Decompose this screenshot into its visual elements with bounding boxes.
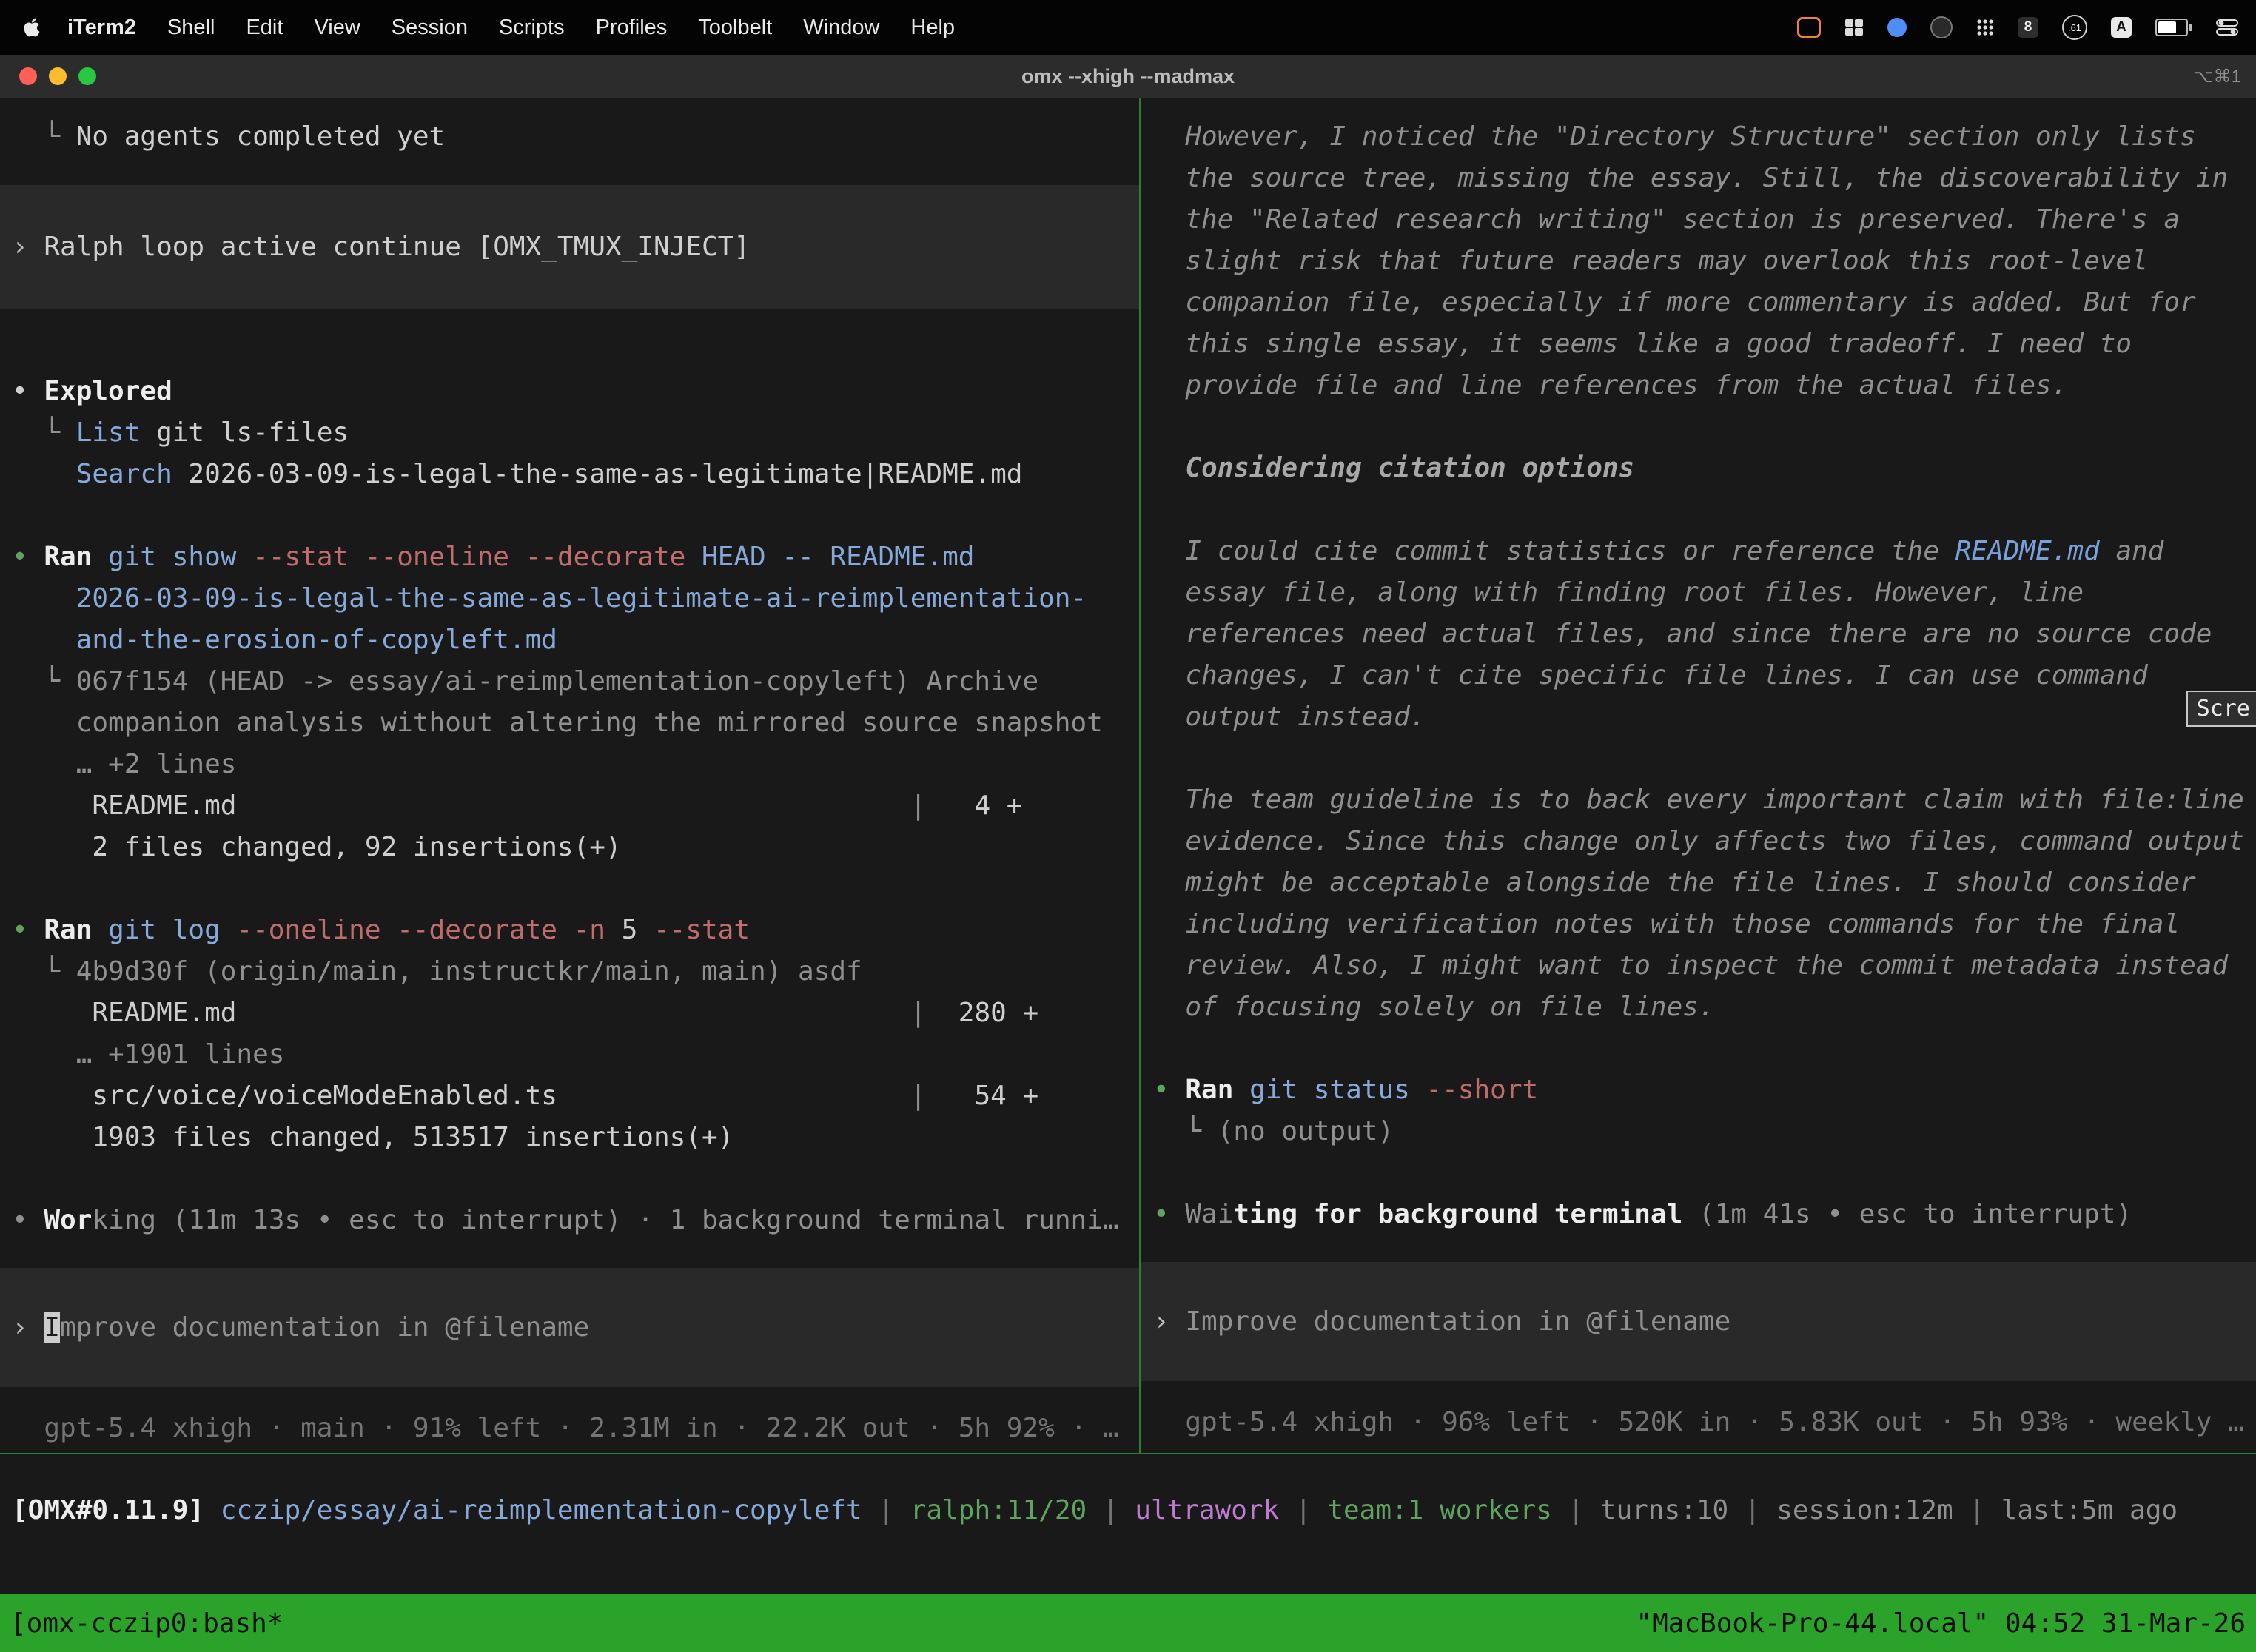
dots-grid-icon[interactable] [1976, 19, 1994, 36]
menu-items: iTerm2 Shell Edit View Session Scripts P… [52, 16, 970, 40]
model-status: gpt-5.4 xhigh · 96% left · 520K in · 5.8… [1153, 1402, 2256, 1443]
terminal-line: slight risk that future readers may over… [1153, 241, 2256, 282]
agents-status-line: └ No agents completed yet [12, 116, 1139, 158]
omx-session-status: [OMX#0.11.9] cczip/essay/ai-reimplementa… [12, 1490, 2256, 1531]
spacer [1153, 1028, 2256, 1070]
ran-git-log: • Ran git log --oneline --decorate -n 5 … [12, 910, 1139, 951]
terminal-line: … +2 lines [12, 744, 1139, 785]
terminal-line: the "Related research writing" section i… [1153, 199, 2256, 241]
terminal-line: companion analysis without altering the … [12, 702, 1139, 744]
reasoning-heading: Considering citation options [1153, 448, 2256, 489]
terminal-line: └ (no output) [1153, 1111, 2256, 1152]
spacer [1153, 489, 2256, 531]
terminal-line: changes, I can't cite specific file line… [1153, 655, 2256, 696]
dark-app-icon[interactable] [1930, 16, 1953, 38]
screen-recording-icon[interactable] [1797, 17, 1821, 38]
terminal-line: and-the-erosion-of-copyleft.md [12, 620, 1139, 661]
spacer [1153, 738, 2256, 779]
macos-menu-bar: iTerm2 Shell Edit View Session Scripts P… [0, 0, 2256, 55]
terminal-line: might be acceptable alongside the file l… [1153, 862, 2256, 904]
right-terminal-pane[interactable]: However, I noticed the "Directory Struct… [1139, 98, 2256, 1453]
tmux-window-list[interactable]: [omx-cczip0:bash* [10, 1608, 283, 1639]
menubar-status-icons: 8 .61 A [1797, 15, 2238, 40]
prompt-input[interactable]: › Improve documentation in @filename [1141, 1262, 2256, 1381]
terminal-line: └ 4b9d30f (origin/main, instructkr/main,… [12, 951, 1139, 993]
battery-icon[interactable] [2155, 19, 2192, 36]
menu-item-help[interactable]: Help [895, 16, 970, 40]
model-status: gpt-5.4 xhigh · main · 91% left · 2.31M … [12, 1408, 1139, 1449]
terminal-line: references need actual files, and since … [1153, 614, 2256, 655]
window-grid-icon[interactable] [1844, 19, 1864, 36]
terminal-line: output instead. [1153, 696, 2256, 738]
terminal-line: essay file, along with finding root file… [1153, 572, 2256, 614]
spacer [1153, 406, 2256, 448]
terminal-line: review. Also, I might want to inspect th… [1153, 945, 2256, 987]
spacer [1153, 1152, 2256, 1194]
terminal-window: └ No agents completed yet › Ralph loop ac… [0, 98, 2256, 1594]
traffic-lights [19, 67, 96, 85]
ran-git-show: • Ran git show --stat --oneline --decora… [12, 537, 1139, 578]
terminal-line: src/voice/voiceModeEnabled.ts | 54 + [12, 1075, 1139, 1117]
waiting-indicator: • Waiting for background terminal (1m 41… [1153, 1194, 2256, 1235]
terminal-line: this single essay, it seems like a good … [1153, 323, 2256, 365]
terminal-line: README.md | 4 + [12, 785, 1139, 827]
terminal-line: … +1901 lines [12, 1034, 1139, 1075]
terminal-line: README.md | 280 + [12, 993, 1139, 1034]
screen-tooltip: Scre [2186, 691, 2256, 727]
explored-search-item: Search 2026-03-09-is-legal-the-same-as-l… [12, 454, 1139, 495]
terminal-line: However, I noticed the "Directory Struct… [1153, 116, 2256, 158]
control-center-icon[interactable] [2216, 19, 2238, 36]
terminal-line: 2 files changed, 92 insertions(+) [12, 827, 1139, 868]
menu-item-profiles[interactable]: Profiles [580, 16, 683, 40]
apple-menu-icon[interactable] [18, 18, 52, 37]
menu-item-view[interactable]: View [298, 16, 375, 40]
terminal-line: 2026-03-09-is-legal-the-same-as-legitima… [12, 578, 1139, 620]
close-button[interactable] [19, 67, 37, 85]
explored-list-item: └ List git ls-files [12, 412, 1139, 454]
terminal-line: companion file, especially if more comme… [1153, 282, 2256, 323]
spacer [12, 868, 1139, 910]
terminal-line: └ 067f154 (HEAD -> essay/ai-reimplementa… [12, 661, 1139, 702]
minimize-button[interactable] [49, 67, 67, 85]
terminal-line: 1903 files changed, 513517 insertions(+) [12, 1117, 1139, 1158]
terminal-line: evidence. Since this change only affects… [1153, 821, 2256, 862]
window-title: omx --xhigh --madmax [0, 65, 2256, 88]
terminal-line: including verification notes with those … [1153, 904, 2256, 945]
zoom-button[interactable] [78, 67, 96, 85]
battery-gauge-icon[interactable]: .61 [2062, 15, 2087, 40]
input-source-icon[interactable]: A [2111, 17, 2132, 38]
prompt-input[interactable]: › Improve documentation in @filename [0, 1268, 1139, 1387]
tmux-status-bar: [omx-cczip0:bash* "MacBook-Pro-44.local"… [0, 1594, 2256, 1652]
tmux-host-time: "MacBook-Pro-44.local" 04:52 31-Mar-26 [1636, 1608, 2246, 1639]
terminal-line: provide file and line references from th… [1153, 365, 2256, 406]
menu-item-shell[interactable]: Shell [152, 16, 231, 40]
ran-git-status: • Ran git status --short [1153, 1070, 2256, 1111]
menu-item-scripts[interactable]: Scripts [483, 16, 580, 40]
spacer [12, 495, 1139, 537]
menu-item-toolbelt[interactable]: Toolbelt [682, 16, 788, 40]
explored-header: • Explored [12, 371, 1139, 412]
battery-gauge-label: .61 [2068, 22, 2081, 33]
menu-item-iterm2[interactable]: iTerm2 [52, 16, 152, 40]
tab-shortcut-badge: ⌥⌘1 [2193, 66, 2241, 87]
menu-item-window[interactable]: Window [788, 16, 895, 40]
menu-item-edit[interactable]: Edit [230, 16, 298, 40]
ralph-inject-banner: › Ralph loop active continue [OMX_TMUX_I… [0, 185, 1139, 309]
working-indicator: • Working (11m 13s • esc to interrupt) ·… [12, 1200, 1139, 1241]
tmux-panes: └ No agents completed yet › Ralph loop ac… [0, 98, 2256, 1453]
spacer [12, 1158, 1139, 1200]
blue-app-icon[interactable] [1887, 18, 1907, 37]
menu-item-session[interactable]: Session [376, 16, 483, 40]
window-titlebar: omx --xhigh --madmax ⌥⌘1 [0, 55, 2256, 98]
left-terminal-pane[interactable]: └ No agents completed yet › Ralph loop ac… [0, 98, 1139, 1453]
omx-status-bar: [OMX#0.11.9] cczip/essay/ai-reimplementa… [0, 1453, 2256, 1531]
terminal-line: The team guideline is to back every impo… [1153, 779, 2256, 821]
keypad-icon[interactable]: 8 [2018, 17, 2038, 38]
terminal-line: I could cite commit statistics or refere… [1153, 531, 2256, 572]
terminal-line: the source tree, missing the essay. Stil… [1153, 158, 2256, 199]
terminal-line: of focusing solely on file lines. [1153, 987, 2256, 1028]
